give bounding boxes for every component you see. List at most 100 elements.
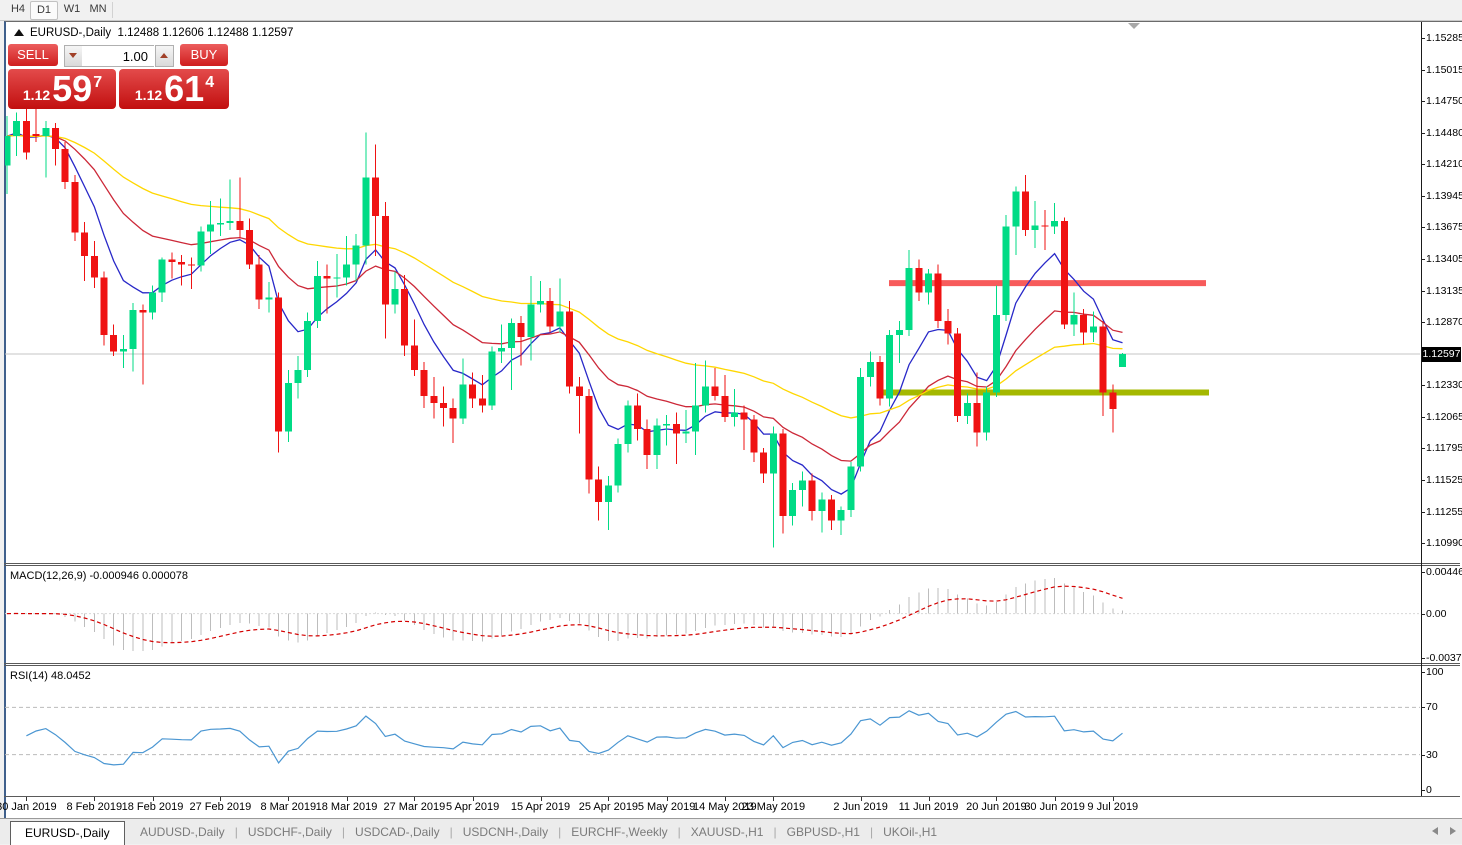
rsi-label: RSI(14) 48.0452 (10, 670, 91, 682)
buy-price-main: 61 (164, 69, 204, 109)
sell-price-box[interactable]: 1.12 59 7 (8, 69, 116, 109)
timeframe-toolbar: H4D1W1MN (0, 0, 1462, 21)
time-axis-label: 27 Feb 2019 (190, 801, 252, 813)
time-axis-label: 30 Jun 2019 (1024, 801, 1085, 813)
price-axis-label: 1.14750 (1426, 95, 1462, 107)
chart-tab-bar: EURUSD-,Daily AUDUSD-,Daily|USDCHF-,Dail… (0, 818, 1462, 844)
timeframe-button-h4[interactable]: H4 (6, 1, 30, 18)
time-axis-label: 5 May 2019 (638, 801, 695, 813)
rsi-axis-tick (1421, 672, 1425, 673)
tab-ukoil-h1[interactable]: UKOil-,H1 (873, 825, 947, 839)
price-axis-tick (1421, 259, 1425, 260)
timeframe-button-mn[interactable]: MN (86, 1, 110, 18)
price-axis-tick (1421, 543, 1425, 544)
macd-axis-label: 0.004465 (1426, 566, 1462, 578)
price-axis-label: 1.13675 (1426, 221, 1462, 233)
timeframe-button-d1[interactable]: D1 (30, 1, 58, 20)
macd-axis-tick (1421, 572, 1425, 573)
toolbar-separator (112, 2, 113, 18)
volume-decrease-button[interactable] (64, 45, 83, 67)
price-axis-label: 1.15015 (1426, 64, 1462, 76)
panel-splitter[interactable] (4, 665, 1460, 666)
time-axis-label: 18 Mar 2019 (316, 801, 378, 813)
rsi-axis-tick (1421, 755, 1425, 756)
panel-splitter[interactable] (4, 565, 1460, 566)
spinner-up-icon (160, 53, 168, 58)
time-axis-separator (4, 796, 1460, 797)
sell-price-pip: 7 (93, 74, 102, 92)
time-axis-label: 15 Apr 2019 (511, 801, 570, 813)
price-axis-tick (1421, 322, 1425, 323)
tab-eurusd-daily[interactable]: EURUSD-,Daily (10, 821, 125, 845)
macd-panel[interactable] (5, 567, 1420, 662)
sell-price-main: 59 (52, 69, 92, 109)
price-axis-tick (1421, 70, 1425, 71)
sell-price-prefix: 1.12 (23, 87, 50, 103)
buy-price-prefix: 1.12 (135, 87, 162, 103)
time-axis-label: 23 May 2019 (741, 801, 805, 813)
tab-audusd-daily[interactable]: AUDUSD-,Daily (130, 825, 235, 839)
tab-usdcad-daily[interactable]: USDCAD-,Daily (345, 825, 450, 839)
price-axis-tick (1421, 101, 1425, 102)
buy-price-pip: 4 (205, 74, 214, 92)
rsi-axis-label: 100 (1426, 666, 1444, 678)
buy-button[interactable]: BUY (180, 44, 228, 66)
current-price-badge: 1.12597 (1422, 347, 1461, 362)
time-axis-label: 25 Apr 2019 (579, 801, 638, 813)
price-axis-tick (1421, 164, 1425, 165)
price-axis-tick (1421, 385, 1425, 386)
price-axis-label: 1.12065 (1426, 411, 1462, 423)
macd-axis-tick (1421, 658, 1425, 659)
time-axis-label: 11 Jun 2019 (899, 801, 959, 813)
price-axis-tick (1421, 512, 1425, 513)
price-axis-label: 1.11255 (1426, 506, 1462, 518)
price-axis-tick (1421, 417, 1425, 418)
price-axis-line (1421, 22, 1422, 796)
price-axis-label: 1.15285 (1426, 32, 1462, 44)
tab-scroll-left-icon[interactable] (1432, 827, 1438, 835)
volume-input[interactable] (82, 45, 154, 67)
rsi-axis-tick (1421, 707, 1425, 708)
price-axis-tick (1421, 480, 1425, 481)
rsi-axis-tick (1421, 790, 1425, 791)
price-axis-label: 1.10990 (1426, 537, 1462, 549)
time-axis-label: 9 Jul 2019 (1087, 801, 1138, 813)
collapse-panel-icon[interactable] (1128, 23, 1140, 29)
price-axis-tick (1421, 196, 1425, 197)
tab-scroll-right-icon[interactable] (1450, 827, 1456, 835)
price-axis-tick (1421, 291, 1425, 292)
tab-xauusd-h1[interactable]: XAUUSD-,H1 (681, 825, 774, 839)
price-axis-tick (1421, 448, 1425, 449)
sell-button[interactable]: SELL (8, 44, 58, 66)
rsi-axis-label: 0 (1426, 784, 1432, 796)
price-axis-tick (1421, 38, 1425, 39)
time-axis-label: 2 Jun 2019 (833, 801, 887, 813)
macd-axis-label: -0.003715 (1426, 652, 1462, 664)
price-axis-label: 1.11795 (1426, 442, 1462, 454)
rsi-axis-label: 30 (1426, 749, 1438, 761)
price-axis-label: 1.13405 (1426, 253, 1462, 265)
tab-gbpusd-h1[interactable]: GBPUSD-,H1 (777, 825, 870, 839)
time-axis-label: 8 Feb 2019 (66, 801, 122, 813)
price-axis-tick (1421, 133, 1425, 134)
time-axis-label: 27 Mar 2019 (384, 801, 446, 813)
price-axis-label: 1.13135 (1426, 285, 1462, 297)
price-axis-label: 1.12330 (1426, 379, 1462, 391)
price-axis-label: 1.12870 (1426, 316, 1462, 328)
time-axis-label: 18 Feb 2019 (122, 801, 184, 813)
panel-splitter[interactable] (4, 663, 1460, 664)
price-axis-label: 1.14210 (1426, 158, 1462, 170)
buy-price-box[interactable]: 1.12 61 4 (119, 69, 229, 109)
spinner-down-icon (69, 53, 77, 58)
tab-usdchf-daily[interactable]: USDCHF-,Daily (238, 825, 342, 839)
time-axis-label: 20 Jun 2019 (966, 801, 1027, 813)
price-axis-label: 1.13945 (1426, 190, 1462, 202)
time-axis-label: 30 Jan 2019 (0, 801, 57, 813)
macd-axis-tick (1421, 614, 1425, 615)
panel-splitter[interactable] (4, 563, 1460, 564)
timeframe-button-w1[interactable]: W1 (60, 1, 84, 18)
tab-usdcnh-daily[interactable]: USDCNH-,Daily (453, 825, 558, 839)
volume-increase-button[interactable] (155, 45, 174, 67)
tab-eurchf-weekly[interactable]: EURCHF-,Weekly (561, 825, 677, 839)
rsi-panel[interactable] (5, 667, 1420, 795)
